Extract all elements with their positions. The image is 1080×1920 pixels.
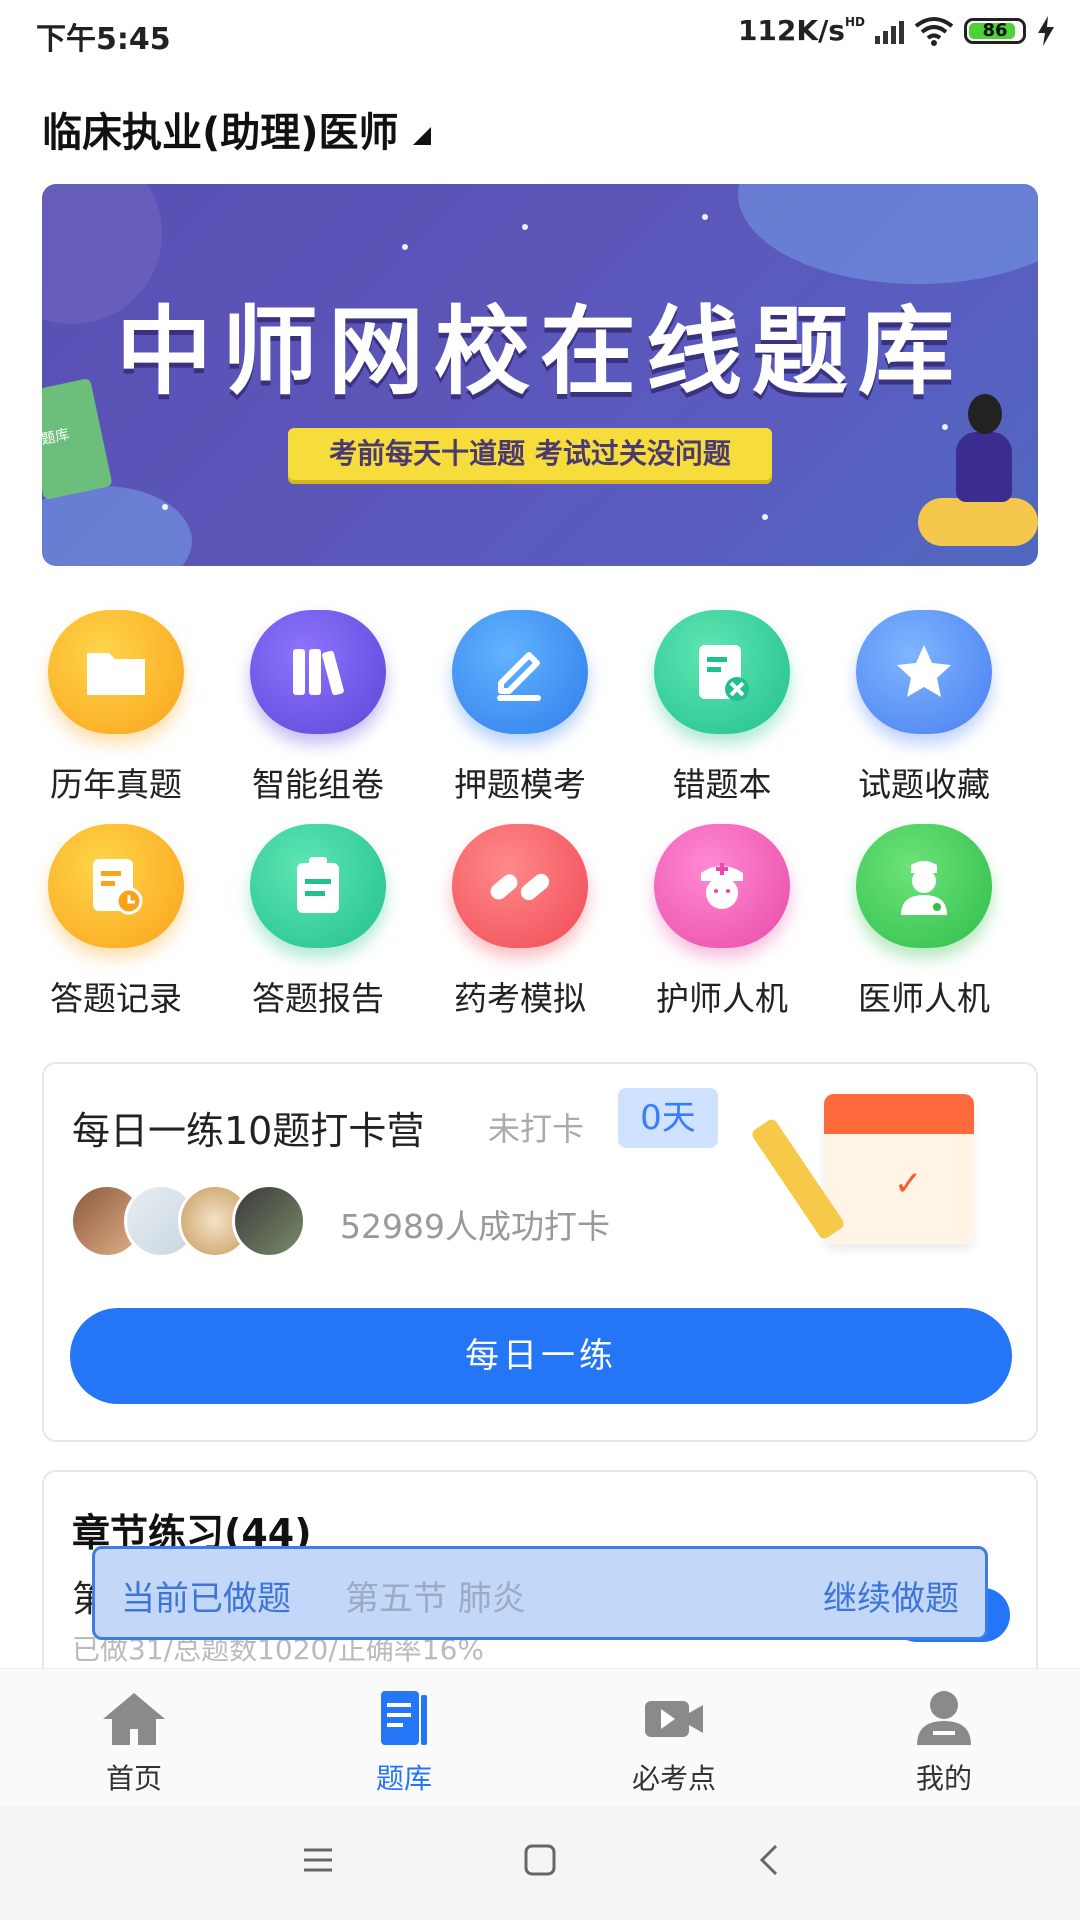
feature-label: 错题本 — [672, 765, 772, 804]
star-decoration — [522, 224, 528, 230]
pen-icon — [452, 610, 588, 734]
book-label: 题库 — [42, 426, 71, 449]
home-button-icon[interactable] — [522, 1842, 558, 1878]
feature-mock-exam[interactable]: 押题模考 — [430, 610, 610, 806]
feature-favorites[interactable]: 试题收藏 — [834, 610, 1014, 806]
star-decoration — [702, 214, 708, 220]
feature-answer-records[interactable]: 答题记录 — [26, 824, 206, 1020]
question-bank-icon — [381, 1691, 427, 1745]
feature-label: 历年真题 — [50, 765, 182, 804]
feature-label: 答题记录 — [50, 979, 182, 1018]
status-icons: 112K/s HD 86 — [738, 14, 1056, 47]
banner-title: 中师网校在线题库 — [116, 296, 964, 408]
star-icon — [856, 610, 992, 734]
feature-pharmacy-exam[interactable]: 药考模拟 — [430, 824, 610, 1020]
checkin-status: 未打卡 — [488, 1110, 585, 1148]
charging-icon — [1038, 15, 1054, 46]
feature-answer-report[interactable]: 答题报告 — [228, 824, 408, 1020]
bottom-nav: 首页 题库 必考点 我的 — [0, 1668, 1080, 1807]
home-icon — [103, 1693, 165, 1745]
menu-icon[interactable] — [300, 1842, 336, 1878]
feature-doctor-computer[interactable]: 医师人机 — [834, 824, 1014, 1020]
nav-label: 必考点 — [631, 1762, 716, 1795]
daily-practice-title: 每日一练10题打卡营 — [72, 1109, 425, 1153]
star-decoration — [762, 514, 768, 520]
star-decoration — [402, 244, 408, 250]
books-icon — [250, 610, 386, 734]
feature-label: 医师人机 — [858, 979, 990, 1018]
checkin-days-badge: 0天 — [618, 1088, 718, 1148]
banner-subtitle: 考前每天十道题 考试过关没问题 — [288, 428, 772, 480]
star-decoration — [162, 504, 168, 510]
doctor-icon — [856, 824, 992, 948]
clipboard-icon — [250, 824, 386, 948]
nav-label: 首页 — [105, 1762, 162, 1795]
record-clock-icon — [48, 824, 184, 948]
nav-key-points[interactable]: 必考点 — [604, 1687, 744, 1797]
wifi-icon — [914, 16, 954, 46]
participant-avatars — [70, 1184, 330, 1258]
feature-history-exams[interactable]: 历年真题 — [26, 610, 206, 806]
video-icon — [645, 1701, 703, 1737]
status-time: 下午5:45 — [36, 22, 171, 57]
feature-label: 护师人机 — [656, 979, 788, 1018]
network-badge: HD — [844, 14, 865, 29]
toast-section: 第五节 肺炎 — [345, 1579, 526, 1619]
continue-button[interactable]: 继续做题 — [823, 1571, 959, 1620]
feature-label: 药考模拟 — [454, 979, 586, 1018]
nav-profile[interactable]: 我的 — [874, 1687, 1014, 1797]
feature-nurse-computer[interactable]: 护师人机 — [632, 824, 812, 1020]
back-icon[interactable] — [752, 1842, 788, 1878]
feature-label: 试题收藏 — [858, 765, 990, 804]
toast-label: 当前已做题 — [121, 1579, 291, 1619]
daily-practice-button[interactable]: 每日一练 — [70, 1308, 1012, 1404]
nav-label: 题库 — [375, 1762, 432, 1795]
wrong-note-icon — [654, 610, 790, 734]
checkin-count: 52989人成功打卡 — [340, 1207, 610, 1246]
battery-level: 86 — [982, 19, 1008, 41]
signal-icon — [875, 18, 904, 44]
continue-practice-toast[interactable]: 当前已做题 第五节 肺炎 继续做题 — [92, 1546, 988, 1640]
feature-wrong-notes[interactable]: 错题本 — [632, 610, 812, 806]
nav-home[interactable]: 首页 — [64, 1687, 204, 1797]
dropdown-triangle-icon — [412, 127, 431, 145]
nav-question-bank[interactable]: 题库 — [334, 1687, 474, 1797]
system-nav-bar — [0, 1806, 1080, 1920]
feature-label: 押题模考 — [454, 765, 586, 804]
daily-practice-card: 每日一练10题打卡营 未打卡 0天 52989人成功打卡 ✓ 每日一练 — [42, 1062, 1038, 1442]
status-bar: 下午5:45 112K/s HD 86 — [0, 0, 1080, 70]
nav-label: 我的 — [915, 1762, 972, 1795]
nurse-icon — [654, 824, 790, 948]
feature-label: 智能组卷 — [252, 765, 384, 804]
calendar-illustration: ✓ — [750, 1086, 980, 1252]
exam-selector[interactable]: 临床执业(助理)医师 — [42, 100, 431, 158]
reading-girl-illustration — [918, 394, 1038, 554]
promo-banner[interactable]: 题库 中师网校在线题库 考前每天十道题 考试过关没问题 — [42, 184, 1038, 566]
banner-decoration — [42, 486, 192, 566]
profile-icon — [917, 1691, 971, 1745]
feature-smart-paper[interactable]: 智能组卷 — [228, 610, 408, 806]
network-speed: 112K/s — [737, 14, 845, 47]
pill-icon — [452, 824, 588, 948]
avatar — [232, 1184, 306, 1258]
banner-decoration — [738, 184, 1038, 284]
folder-icon — [48, 610, 184, 734]
feature-label: 答题报告 — [252, 979, 384, 1018]
battery-icon: 86 — [964, 17, 1026, 44]
exam-selector-label: 临床执业(助理)医师 — [42, 110, 399, 156]
